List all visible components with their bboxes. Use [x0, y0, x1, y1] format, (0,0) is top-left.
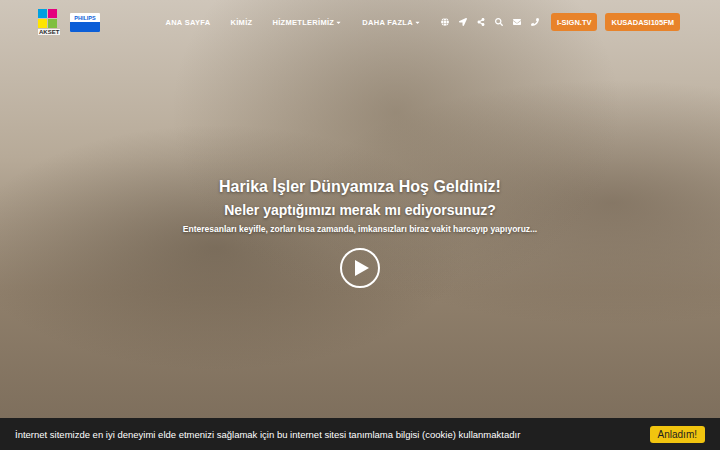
philips-logo[interactable]: PHILIPS	[70, 13, 100, 32]
logo-squares-icon	[38, 9, 57, 28]
cookie-bar: İnternet sitemizde en iyi deneyimi elde …	[0, 418, 720, 450]
header-button[interactable]: I-SIGN.TV	[551, 13, 598, 31]
hero-title: Harika İşler Dünyamıza Hoş Geldiniz!	[219, 178, 501, 196]
nav-item[interactable]: ANA SAYFA	[165, 18, 210, 27]
nav-item[interactable]: KİMİZ	[231, 18, 253, 27]
phone-icon[interactable]	[531, 18, 539, 26]
play-button[interactable]	[340, 248, 380, 288]
nav-menu: ANA SAYFA KİMİZ HİZMETLERİMİZ DAHA FAZLA	[165, 18, 420, 27]
cookie-text: İnternet sitemizde en iyi deneyimi elde …	[15, 429, 520, 440]
header-right: ANA SAYFA KİMİZ HİZMETLERİMİZ DAHA FAZLA I-S…	[165, 13, 680, 31]
icon-row	[441, 18, 539, 26]
caret-down-icon	[414, 19, 421, 26]
globe-icon[interactable]	[441, 18, 449, 26]
nav-item[interactable]: HİZMETLERİMİZ	[272, 18, 342, 27]
play-icon	[355, 260, 369, 276]
nav-item[interactable]: DAHA FAZLA	[362, 18, 421, 27]
search-icon[interactable]	[495, 18, 503, 26]
akset-logo-text: AKSET	[38, 29, 60, 35]
share-icon[interactable]	[477, 18, 485, 26]
header: AKSET PHILIPS ANA SAYFA KİMİZ HİZMETLERİMİZ D…	[0, 0, 720, 40]
header-buttons: I-SIGN.TV KUSADASI105FM	[551, 13, 680, 31]
philips-logo-text: PHILIPS	[70, 13, 100, 22]
cookie-accept-button[interactable]: Anladım!	[650, 426, 705, 443]
hero-subtitle: Neler yaptığımızı merak mı ediyorsunuz?	[224, 202, 496, 218]
caret-down-icon	[335, 19, 342, 26]
hero: Harika İşler Dünyamıza Hoş Geldiniz! Nele…	[0, 40, 720, 418]
akset-logo[interactable]: AKSET	[38, 9, 66, 35]
philips-band	[70, 22, 100, 32]
page: AKSET PHILIPS ANA SAYFA KİMİZ HİZMETLERİMİZ D…	[0, 0, 720, 450]
envelope-icon[interactable]	[513, 18, 521, 26]
hero-tagline: Enteresanları keyifle, zorları kısa zama…	[183, 224, 537, 234]
location-arrow-icon[interactable]	[459, 18, 467, 26]
header-button[interactable]: KUSADASI105FM	[605, 13, 680, 31]
logo-group[interactable]: AKSET PHILIPS	[38, 9, 100, 35]
